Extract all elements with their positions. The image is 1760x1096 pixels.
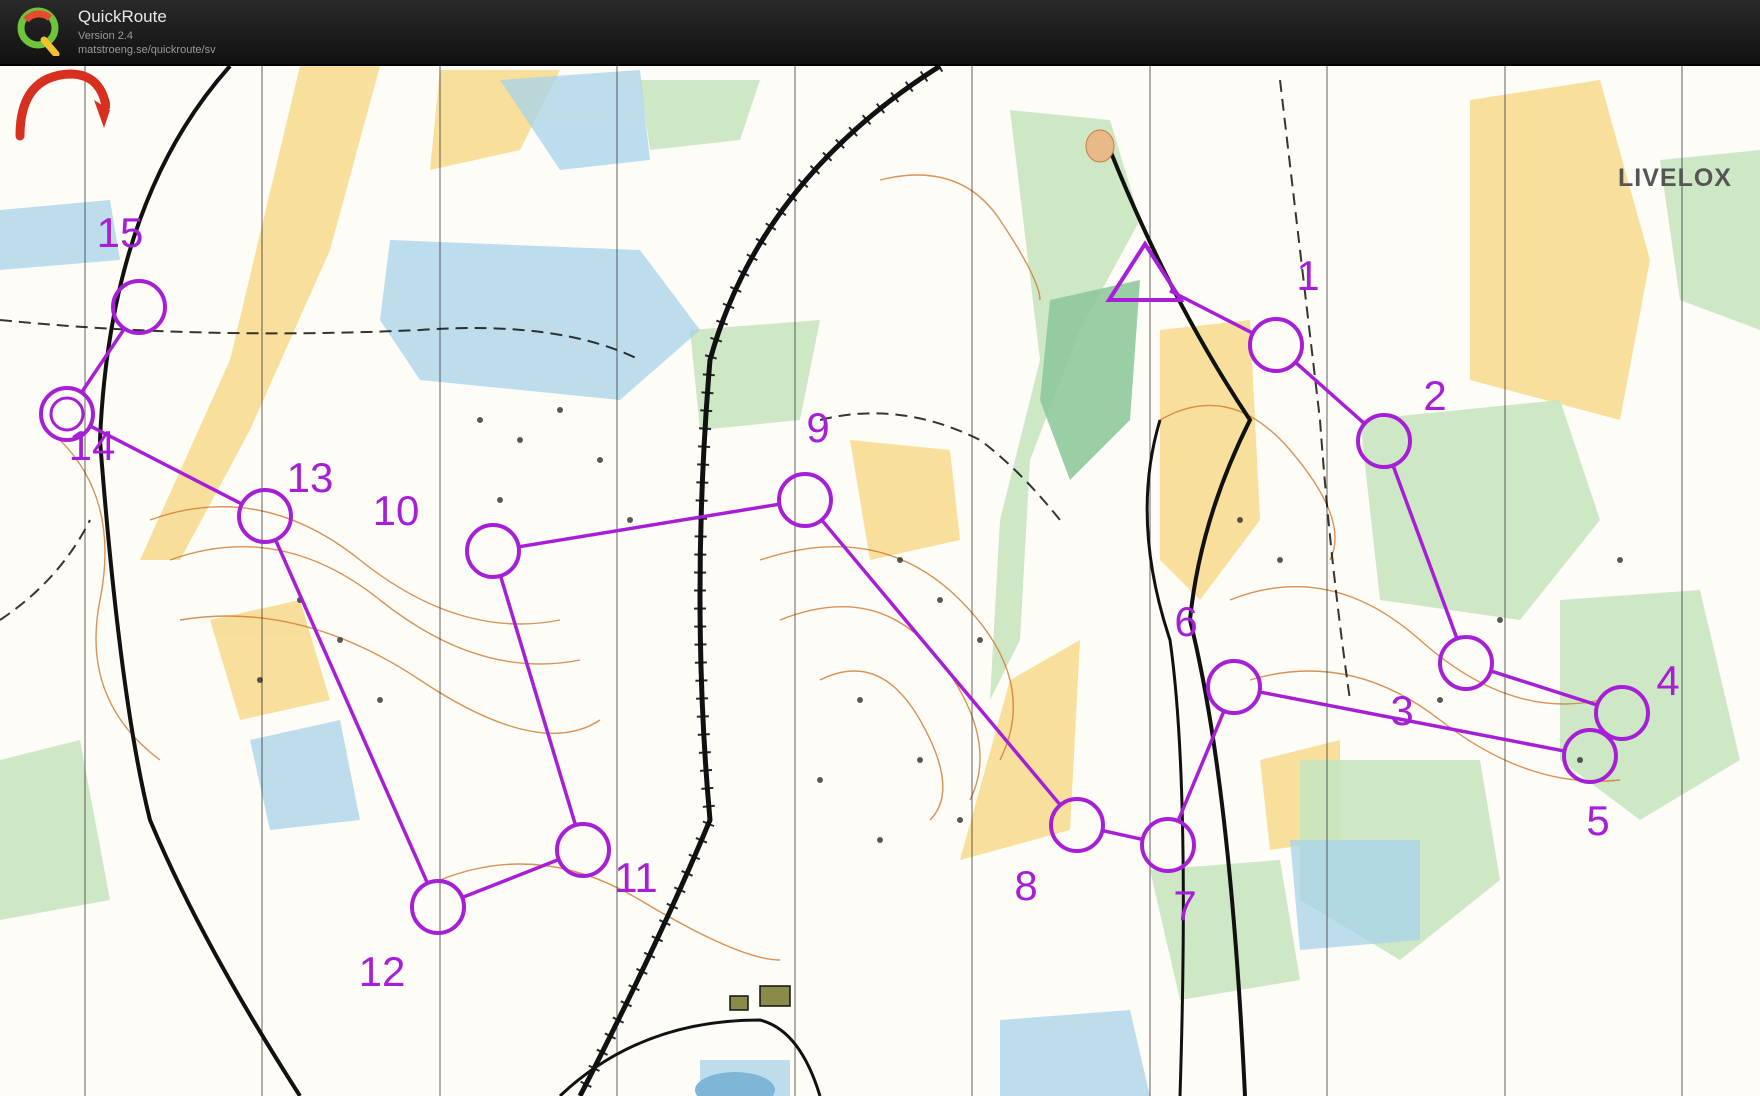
- course-leg: [461, 857, 560, 900]
- title-bar: QuickRoute Version 2.4 matstroeng.se/qui…: [0, 0, 1760, 66]
- control-number: 13: [287, 454, 334, 501]
- app-name: QuickRoute: [78, 7, 167, 26]
- control-number: 4: [1656, 657, 1679, 704]
- control-circle: [1206, 659, 1262, 715]
- control-number: 2: [1423, 372, 1446, 419]
- control-number: 9: [806, 404, 829, 451]
- control-number: 15: [97, 209, 144, 256]
- control-circle: [777, 472, 833, 528]
- buildings: [729, 985, 791, 1011]
- quickroute-logo-icon: [17, 7, 60, 56]
- control-number: 3: [1390, 687, 1413, 734]
- livelox-logo-icon: [15, 69, 110, 141]
- course-leg: [1294, 360, 1366, 426]
- control-circle: [555, 822, 611, 878]
- railway: [574, 66, 944, 1096]
- map-canvas: 123456789101112131415: [0, 66, 1760, 1096]
- control-number: 7: [1173, 882, 1196, 929]
- control-number: 5: [1586, 797, 1609, 844]
- control-circle: [465, 523, 521, 579]
- control-circle: [1248, 317, 1304, 373]
- dense-forest: [1040, 280, 1140, 480]
- livelox-watermark: LIVELOX: [1618, 164, 1732, 192]
- control-number: 6: [1174, 598, 1197, 645]
- course-leg: [1102, 828, 1143, 842]
- control-number: 10: [373, 487, 420, 534]
- orienteering-map[interactable]: 1 2 3 4 5 6 7 8 9 10 11 12 13 14 15 LIVELOX: [0, 66, 1760, 1096]
- control-number: 12: [359, 948, 406, 995]
- control-number: 11: [614, 854, 658, 901]
- control-number: 1: [1296, 252, 1319, 299]
- control-circle: [410, 879, 466, 935]
- course-leg: [518, 502, 780, 549]
- paths: [0, 79, 1351, 701]
- course-leg: [498, 575, 578, 826]
- finish-inner-circle: [49, 396, 85, 432]
- control-number: 8: [1014, 862, 1037, 909]
- app-version: Version 2.4: [78, 30, 134, 42]
- app-url: matstroeng.se/quickroute/sv: [78, 44, 216, 56]
- control-circle: [111, 279, 167, 335]
- course-leg: [820, 518, 1062, 807]
- small-pond: [1085, 129, 1115, 163]
